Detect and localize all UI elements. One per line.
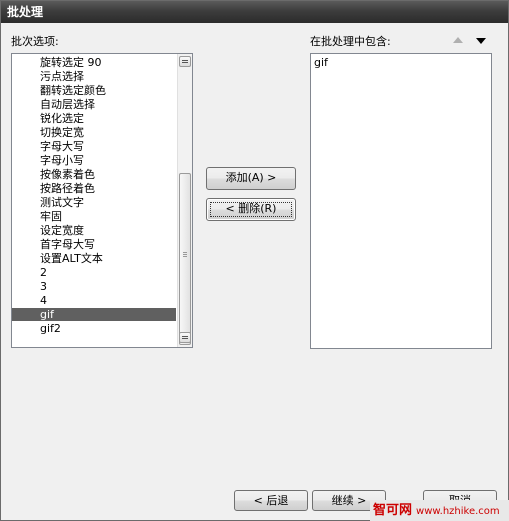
up-arrow-icon	[453, 37, 463, 43]
window-title: 批处理	[1, 1, 508, 23]
list-item[interactable]: 旋转选定 90	[12, 56, 176, 69]
site-watermark: 智可网 www.hzhike.com	[370, 500, 509, 521]
list-item[interactable]: gif2	[12, 322, 176, 335]
list-item[interactable]: gif	[12, 308, 176, 321]
list-item[interactable]: 2	[12, 266, 176, 279]
list-item[interactable]: 按像素着色	[12, 168, 176, 181]
scroll-down-button[interactable]	[179, 332, 191, 343]
move-down-button[interactable]	[474, 35, 488, 47]
down-arrow-icon	[476, 38, 486, 44]
list-item[interactable]: gif	[311, 56, 489, 69]
list-item[interactable]: 锐化选定	[12, 112, 176, 125]
list-item[interactable]: 3	[12, 280, 176, 293]
batch-options-label: 批次选项:	[11, 35, 59, 48]
scroll-up-button[interactable]	[179, 56, 191, 67]
add-button[interactable]: 添加(A) >	[206, 167, 296, 190]
batch-options-list[interactable]: 旋转选定 90 污点选择 翻转选定颜色 自动层选择 锐化选定 切换定宽 字母大写 字母小写 按像…	[11, 53, 193, 348]
move-up-button[interactable]	[451, 35, 465, 47]
batch-process-dialog: 批处理 批次选项: 旋转选定 90 污点选择 翻转选定颜色 自动层选择 锐化选定 切换定宽…	[0, 0, 509, 521]
back-button[interactable]: < 后退	[234, 490, 308, 511]
list-item[interactable]: 按路径着色	[12, 182, 176, 195]
list-item[interactable]: 字母小写	[12, 154, 176, 167]
batch-options-scrollbar[interactable]	[177, 54, 192, 347]
list-item[interactable]: 测试文字	[12, 196, 176, 209]
watermark-url: www.hzhike.com	[416, 506, 500, 517]
list-item[interactable]: 4	[12, 294, 176, 307]
list-item[interactable]: 翻转选定颜色	[12, 84, 176, 97]
focus-ring	[210, 202, 292, 217]
dialog-client-area: 批次选项: 旋转选定 90 污点选择 翻转选定颜色 自动层选择 锐化选定 切换定宽 字母大写…	[1, 23, 508, 520]
remove-button[interactable]: < 删除(R)	[206, 198, 296, 221]
list-item[interactable]: 自动层选择	[12, 98, 176, 111]
included-in-batch-label: 在批处理中包含:	[310, 35, 391, 48]
list-item[interactable]: 设定宽度	[12, 224, 176, 237]
list-item[interactable]: 设置ALT文本	[12, 252, 176, 265]
included-list[interactable]: gif	[310, 53, 492, 349]
list-item[interactable]: 牢固	[12, 210, 176, 223]
scroll-thumb[interactable]	[179, 173, 191, 345]
list-item[interactable]: 字母大写	[12, 140, 176, 153]
list-item[interactable]: 污点选择	[12, 70, 176, 83]
watermark-site-name: 智可网	[373, 503, 413, 518]
list-item[interactable]: 切换定宽	[12, 126, 176, 139]
list-item[interactable]: 首字母大写	[12, 238, 176, 251]
